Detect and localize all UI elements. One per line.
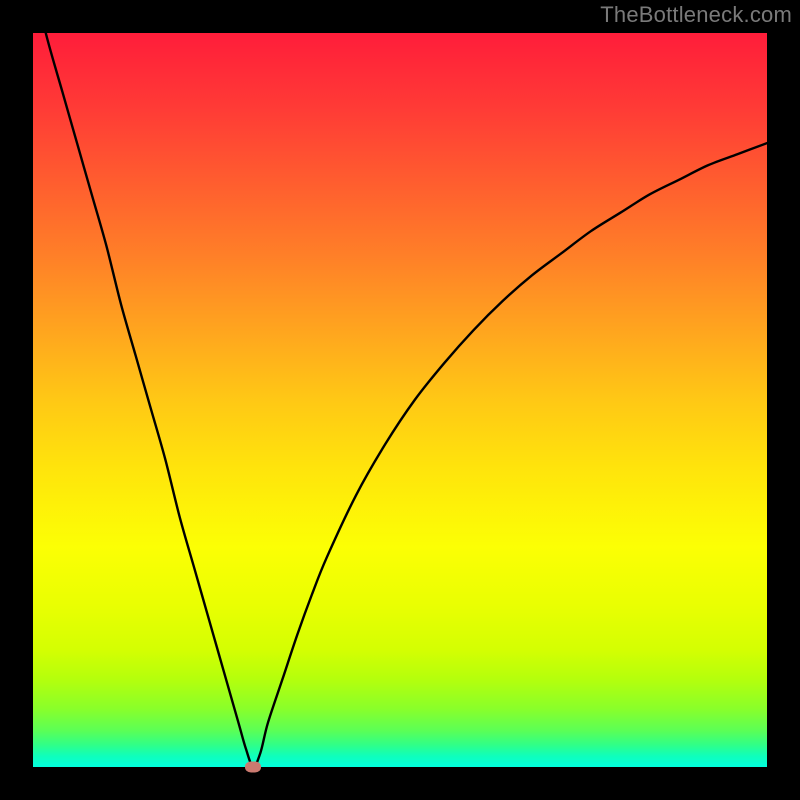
watermark-text: TheBottleneck.com (600, 2, 792, 28)
plot-area (33, 33, 767, 767)
bottleneck-curve (33, 33, 767, 767)
chart-frame: TheBottleneck.com (0, 0, 800, 800)
minimum-marker (245, 762, 261, 773)
curve-path (33, 33, 767, 767)
